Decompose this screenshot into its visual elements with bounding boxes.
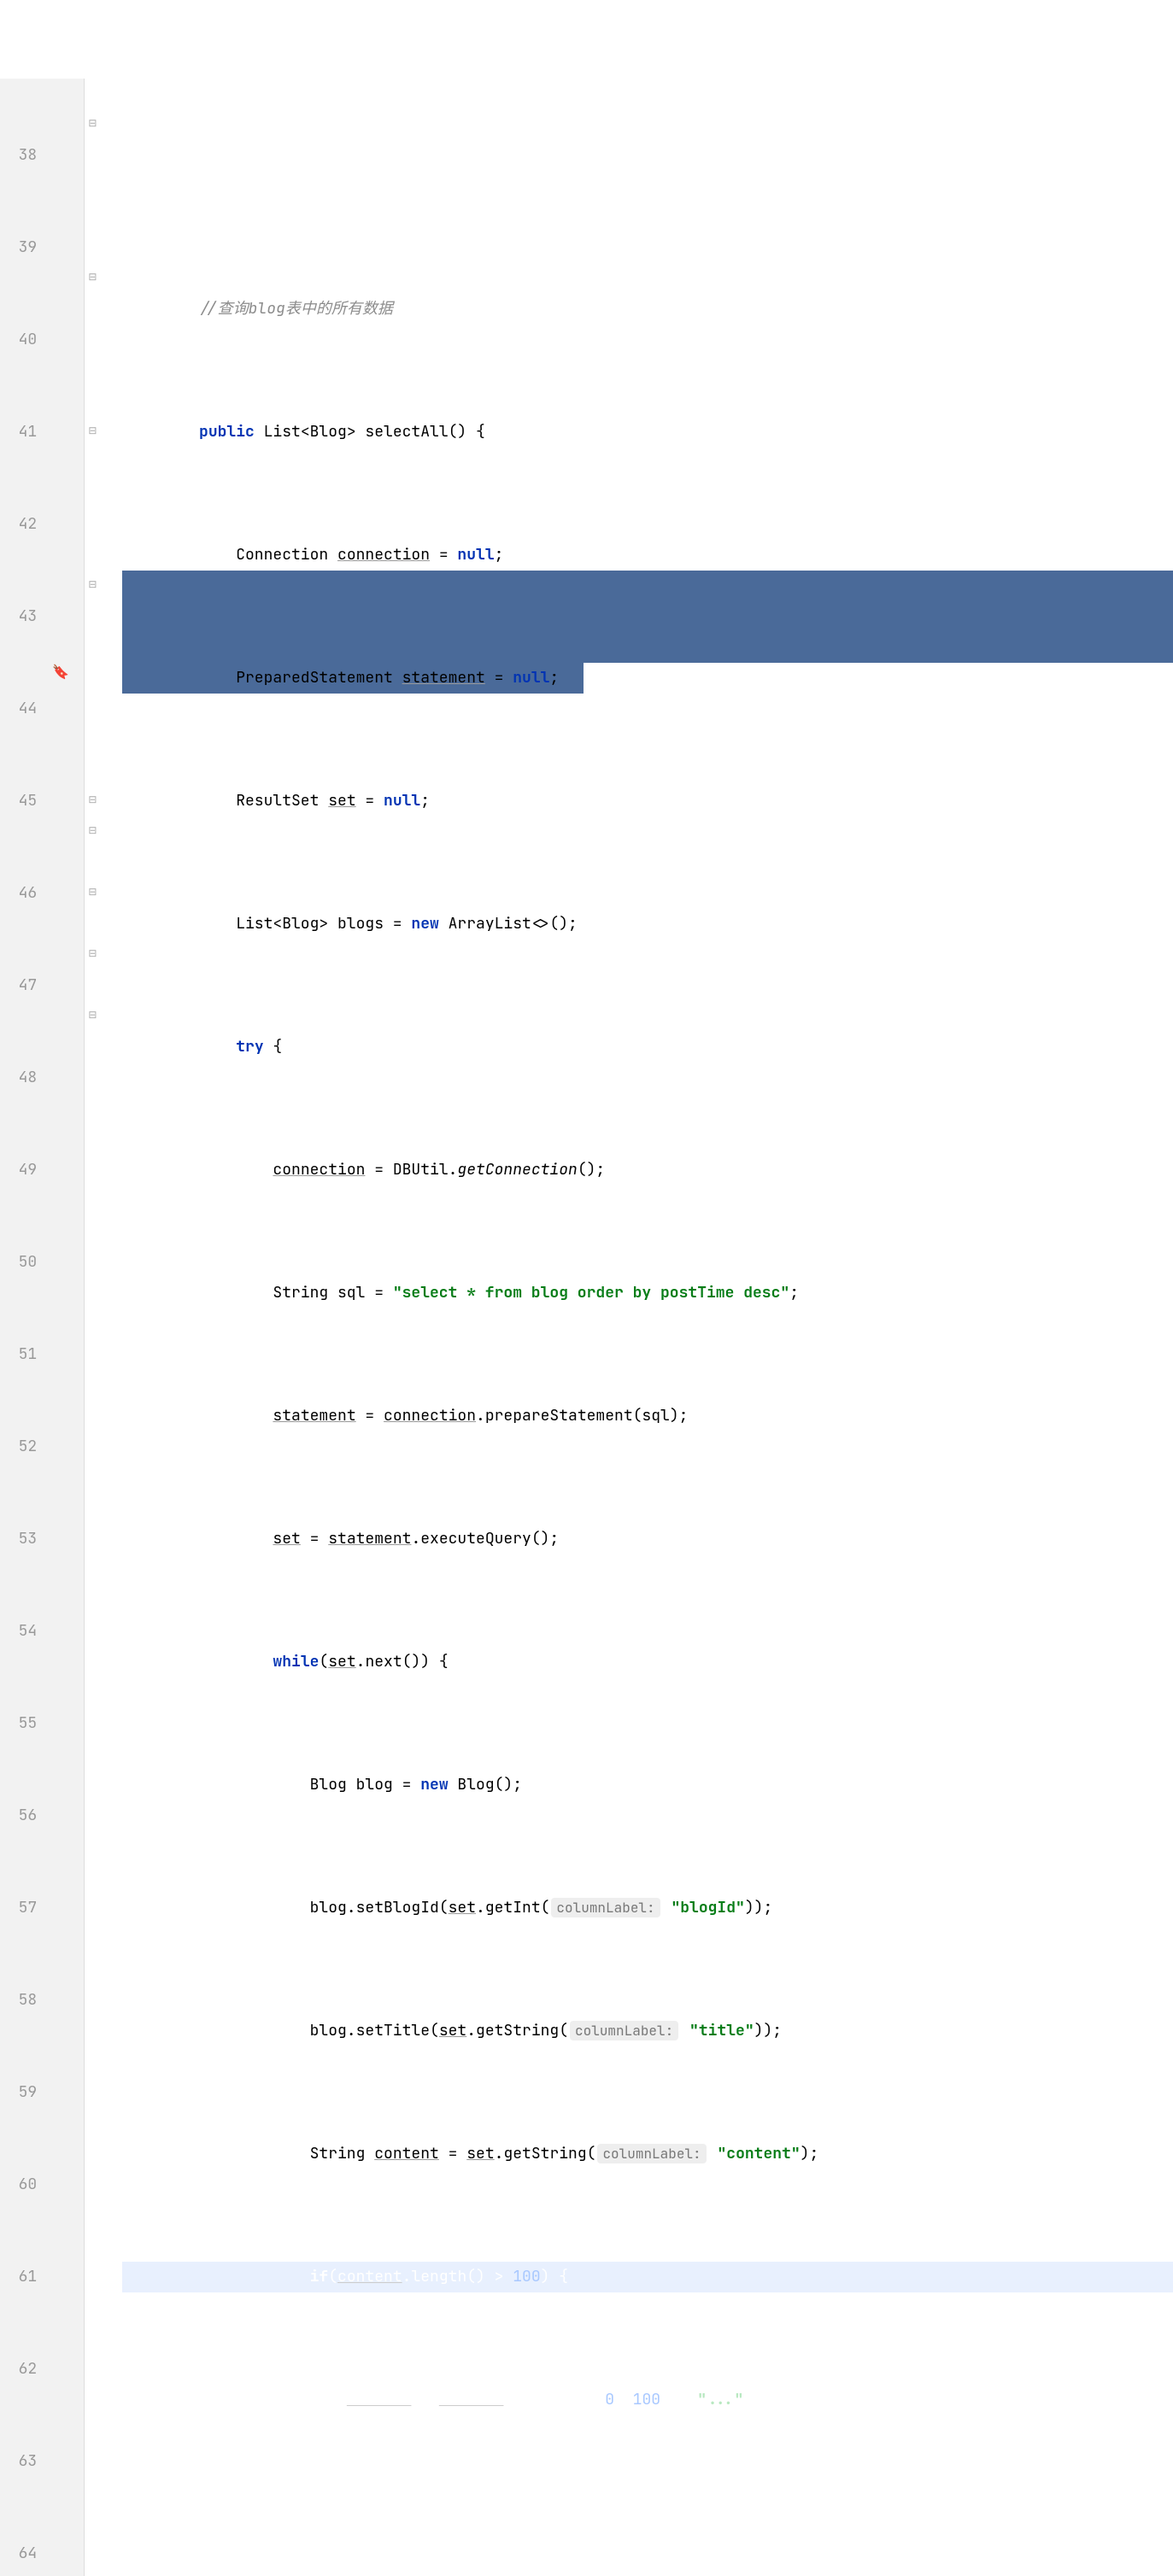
param-hint: columnLabel:	[570, 2021, 678, 2040]
line-number: 50	[0, 1247, 37, 1278]
line-number: 41	[0, 417, 37, 448]
code-line[interactable]: List<Blog> blogs = new ArrayList<>();	[122, 909, 1173, 940]
code-area[interactable]: //查询blog表中的所有数据 public List<Blog> select…	[122, 79, 1173, 2576]
line-number: 51	[0, 1339, 37, 1370]
line-number: 40	[0, 325, 37, 355]
code-line[interactable]: PreparedStatement statement = null;	[122, 663, 1173, 694]
line-number: 45	[0, 786, 37, 817]
line-number: 55	[0, 1708, 37, 1739]
line-number: 43	[0, 601, 37, 632]
bookmark-icon[interactable]: 🔖	[52, 663, 69, 681]
fold-toggle-icon[interactable]: ⊟	[88, 116, 97, 130]
line-number: 57	[0, 1893, 37, 1923]
code-editor[interactable]: 38 39 40 41 42 43 44 45 46 47 48 49 50 5…	[0, 79, 1173, 2576]
fold-end-icon[interactable]: ⊟	[88, 793, 97, 806]
code-line[interactable]: ResultSet set = null;	[122, 786, 1173, 817]
code-line[interactable]: if(content.length() > 100) {	[122, 2262, 1173, 2292]
line-number-gutter: 38 39 40 41 42 43 44 45 46 47 48 49 50 5…	[0, 79, 47, 2576]
line-number: 46	[0, 878, 37, 909]
line-number: 44	[0, 694, 37, 724]
code-line[interactable]: connection = DBUtil.getConnection();	[122, 1155, 1173, 1186]
code-line[interactable]: Connection connection = null;	[122, 540, 1173, 571]
line-number: 47	[0, 970, 37, 1001]
line-number: 54	[0, 1616, 37, 1647]
bookmark-gutter: 🔖	[47, 79, 84, 2576]
code-line[interactable]: //查询blog表中的所有数据	[122, 294, 1173, 325]
code-line[interactable]: String content = set.getString(columnLab…	[122, 2139, 1173, 2169]
code-line[interactable]: while(set.next()) {	[122, 1647, 1173, 1677]
fold-gutter: ⊟ ⊟ ⊟ ⊟ ⊟ ⊟ ⊟ ⊟ ⊟	[84, 79, 121, 2576]
line-number: 58	[0, 1985, 37, 2016]
code-line[interactable]: statement = connection.prepareStatement(…	[122, 1401, 1173, 1431]
line-number: 38	[0, 140, 37, 171]
line-number: 61	[0, 2262, 37, 2292]
code-line[interactable]: try {	[122, 1032, 1173, 1063]
line-number: 52	[0, 1431, 37, 1462]
line-number: 60	[0, 2169, 37, 2200]
fold-toggle-icon[interactable]: ⊟	[88, 424, 97, 437]
line-number: 56	[0, 1800, 37, 1831]
fold-toggle-icon[interactable]: ⊟	[88, 577, 97, 591]
line-number: 62	[0, 2354, 37, 2385]
line-number: 63	[0, 2446, 37, 2477]
line-number: 64	[0, 2538, 37, 2569]
code-line[interactable]: }	[122, 2508, 1173, 2538]
line-number: 53	[0, 1524, 37, 1554]
fold-end-icon[interactable]: ⊟	[88, 1008, 97, 1022]
line-number: 48	[0, 1063, 37, 1093]
code-line[interactable]: Blog blog = new Blog();	[122, 1770, 1173, 1800]
code-line[interactable]: blog.setTitle(set.getString(columnLabel:…	[122, 2016, 1173, 2046]
line-number: 42	[0, 509, 37, 540]
code-line[interactable]: String sql = "select * from blog order b…	[122, 1278, 1173, 1308]
line-number: 49	[0, 1155, 37, 1186]
code-line[interactable]: public List<Blog> selectAll() {	[122, 417, 1173, 448]
fold-end-icon[interactable]: ⊟	[88, 946, 97, 960]
fold-toggle-icon[interactable]: ⊟	[88, 270, 97, 284]
param-hint: columnLabel:	[597, 2144, 706, 2163]
code-line[interactable]: set = statement.executeQuery();	[122, 1524, 1173, 1554]
code-line[interactable]: content = content.substring(0, 100) + ".…	[122, 2385, 1173, 2415]
line-number: 59	[0, 2077, 37, 2108]
fold-toggle-icon[interactable]: ⊟	[88, 823, 97, 837]
fold-toggle-icon[interactable]: ⊟	[88, 885, 97, 899]
code-line[interactable]: blog.setBlogId(set.getInt(columnLabel: "…	[122, 1893, 1173, 1923]
line-number: 39	[0, 232, 37, 263]
param-hint: columnLabel:	[551, 1898, 660, 1917]
